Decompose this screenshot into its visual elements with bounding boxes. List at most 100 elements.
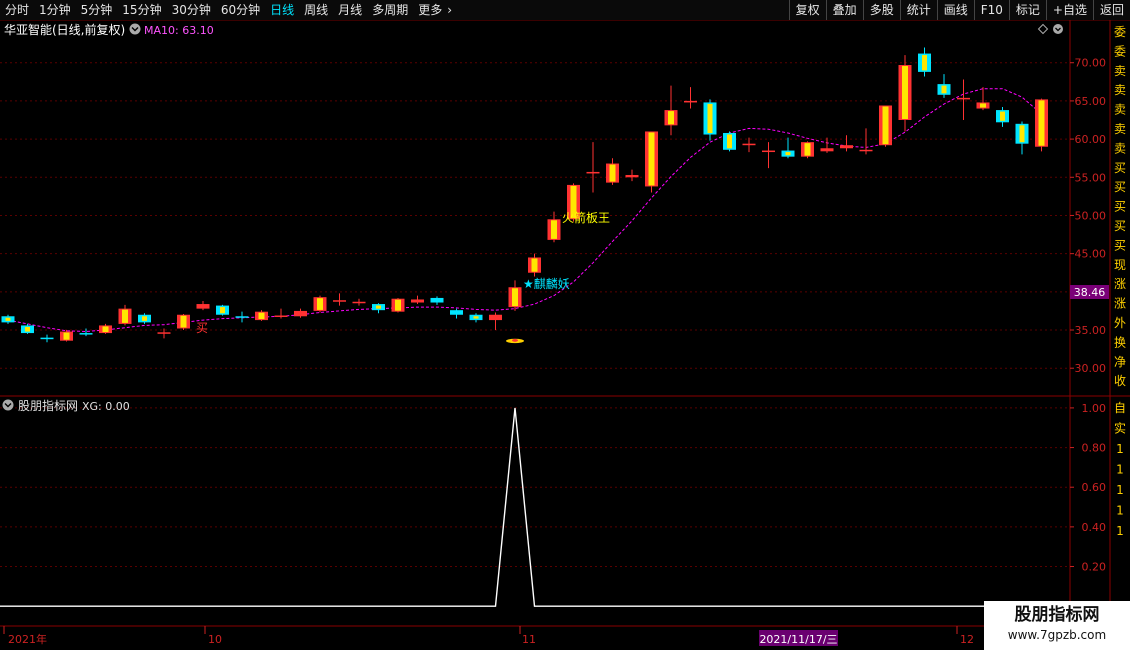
indicator-layer <box>0 407 1070 607</box>
indicator-tick-label: 1.00 <box>1082 402 1107 415</box>
candle-core <box>317 298 323 310</box>
period-tab-6[interactable]: 日线 <box>265 0 299 20</box>
period-tab-3[interactable]: 15分钟 <box>117 0 166 20</box>
candle-body <box>40 337 54 340</box>
candle-body <box>333 300 346 302</box>
tool-button-8[interactable]: 返回 <box>1092 0 1130 20</box>
diamond-icon[interactable] <box>1037 23 1049 35</box>
indicator-tick-label: 0.80 <box>1082 442 1107 455</box>
candle <box>469 313 483 323</box>
tool-button-3[interactable]: 统计 <box>899 0 937 20</box>
period-tab-2[interactable]: 5分钟 <box>76 0 118 20</box>
candle <box>274 308 288 319</box>
candle <box>333 293 346 306</box>
chevron-right-icon[interactable]: › <box>447 0 456 20</box>
candle-core <box>1019 125 1025 143</box>
indicator-tick-label: 0.20 <box>1082 561 1107 574</box>
period-tab-9[interactable]: 多周期 <box>367 0 413 20</box>
strip-char: 1 <box>1116 483 1124 497</box>
tool-button-1[interactable]: 叠加 <box>825 0 863 20</box>
candle-core <box>941 85 947 94</box>
strip-char: 买 <box>1114 238 1126 252</box>
candle-body <box>235 316 249 318</box>
candle-core <box>707 103 713 134</box>
tool-buttons: 复权 叠加 多股 统计 画线 F10 标记 +自选 返回 <box>788 0 1130 20</box>
candle <box>781 137 795 159</box>
candle <box>216 304 229 316</box>
x-label-dec: 12 <box>960 633 974 646</box>
strip-char: 买 <box>1114 161 1126 175</box>
price-tick-label: 50.00 <box>1075 209 1107 222</box>
price-tick-label: 55.00 <box>1075 171 1107 184</box>
period-tab-4[interactable]: 30分钟 <box>167 0 216 20</box>
strip-char: 收 <box>1114 374 1126 388</box>
period-tab-5[interactable]: 60分钟 <box>216 0 265 20</box>
candle <box>820 137 834 153</box>
period-tab-8[interactable]: 月线 <box>333 0 367 20</box>
candle <box>957 79 970 121</box>
price-tick-label: 30.00 <box>1075 362 1107 375</box>
candle <box>723 131 736 152</box>
strip-char: 卖 <box>1114 103 1126 117</box>
candle <box>762 142 775 169</box>
period-tab-1[interactable]: 1分钟 <box>34 0 76 20</box>
candle-core <box>902 66 908 120</box>
tool-button-5[interactable]: F10 <box>973 0 1009 20</box>
candle <box>138 313 151 324</box>
candle-body <box>450 310 463 315</box>
period-tab-7[interactable]: 周线 <box>299 0 333 20</box>
strip-char: 实 <box>1114 421 1126 436</box>
candle <box>21 323 34 334</box>
candle-body <box>294 310 307 317</box>
candle <box>684 87 697 109</box>
tool-button-2[interactable]: 多股 <box>862 0 900 20</box>
candle-core <box>473 316 479 319</box>
candle-core <box>220 307 225 314</box>
grid-layer: 30.0035.0040.0045.0050.0055.0060.0065.00… <box>0 20 1130 650</box>
tool-button-6[interactable]: 标记 <box>1008 0 1046 20</box>
xg-line <box>0 407 1070 607</box>
strip-char: 卖 <box>1114 141 1126 155</box>
candle-core <box>727 134 732 149</box>
kline-chart[interactable]: 30.0035.0040.0045.0050.0055.0060.0065.00… <box>0 20 1130 650</box>
rocket-board-label: 火箭板王 <box>562 210 610 225</box>
circle-chevron-icon[interactable] <box>1053 24 1063 34</box>
period-toolbar: 分时 1分钟 5分钟 15分钟 30分钟 60分钟 日线 周线 月线 多周期 更多 › 复权 叠加 多股统… <box>0 0 1130 21</box>
period-tab-10[interactable]: 更多 <box>413 0 447 20</box>
candle-body <box>840 145 853 149</box>
candle <box>625 169 639 182</box>
price-tick-label: 65.00 <box>1075 95 1107 108</box>
strip-char: 委 <box>1114 44 1126 58</box>
strip-char: 涨 <box>1114 276 1126 291</box>
date-highlight-label: 2021/11/17/三 <box>759 633 837 646</box>
candle <box>996 107 1009 127</box>
tool-button-7[interactable]: +自选 <box>1045 0 1093 20</box>
candle-core <box>922 55 927 71</box>
strip-char: 净 <box>1114 355 1126 369</box>
candle <box>976 87 990 111</box>
candle <box>411 295 424 305</box>
candle <box>489 312 502 331</box>
strip-char: 买 <box>1114 200 1126 214</box>
candle-body <box>859 149 873 152</box>
candle-core <box>531 258 538 272</box>
indicator-value: XG: 0.00 <box>82 400 130 413</box>
candle <box>586 142 600 193</box>
candle-body <box>157 332 171 334</box>
tool-button-0[interactable]: 复权 <box>788 0 826 20</box>
candle <box>372 303 385 314</box>
candle <box>664 85 678 136</box>
strip-char: 买 <box>1114 219 1126 233</box>
candle-core <box>258 312 265 320</box>
circle-chevron-icon[interactable] <box>129 23 141 35</box>
candle-core <box>804 143 811 156</box>
period-tab-0[interactable]: 分时 <box>0 0 34 20</box>
candle-core <box>142 316 147 321</box>
candle <box>898 55 912 132</box>
watermark-url: www.7gpzb.com <box>1007 628 1107 642</box>
circle-chevron-icon[interactable] <box>2 399 14 411</box>
candle <box>1015 121 1029 155</box>
candle <box>352 298 366 306</box>
candle-body <box>196 304 210 309</box>
tool-button-4[interactable]: 画线 <box>936 0 974 20</box>
